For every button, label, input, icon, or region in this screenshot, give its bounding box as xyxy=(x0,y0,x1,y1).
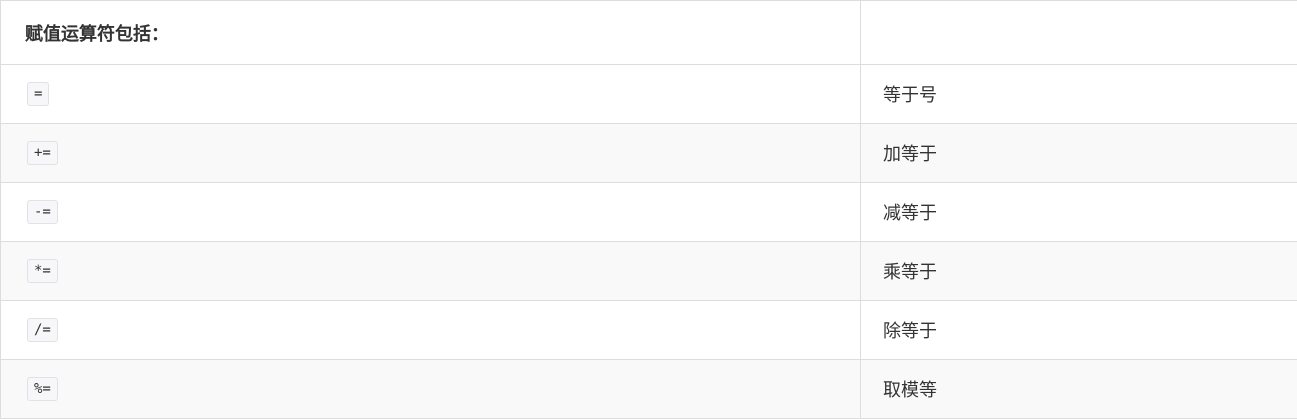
table-row: -= 减等于 xyxy=(1,183,1297,242)
description-cell: 乘等于 xyxy=(861,242,1297,301)
table-row: /= 除等于 xyxy=(1,301,1297,360)
table-header: 赋值运算符包括： xyxy=(1,1,1297,65)
table-row: = 等于号 xyxy=(1,65,1297,124)
operator-code: += xyxy=(27,141,58,165)
description-cell: 取模等 xyxy=(861,360,1297,419)
header-cell-empty xyxy=(861,1,1297,65)
operator-cell: -= xyxy=(1,183,861,242)
description-cell: 等于号 xyxy=(861,65,1297,124)
table-row: *= 乘等于 xyxy=(1,242,1297,301)
table-row: += 加等于 xyxy=(1,124,1297,183)
table-body: = 等于号 += 加等于 -= 减等于 *= 乘等于 /= 除等于 xyxy=(1,65,1297,419)
operator-code: = xyxy=(27,82,49,106)
operator-cell: *= xyxy=(1,242,861,301)
operator-code: /= xyxy=(27,318,58,342)
operator-cell: /= xyxy=(1,301,861,360)
description-cell: 加等于 xyxy=(861,124,1297,183)
operator-code: *= xyxy=(27,259,58,283)
operator-code: -= xyxy=(27,200,58,224)
operator-code: %= xyxy=(27,377,58,401)
header-row: 赋值运算符包括： xyxy=(1,1,1297,65)
description-cell: 除等于 xyxy=(861,301,1297,360)
header-cell-title: 赋值运算符包括： xyxy=(1,1,861,65)
description-cell: 减等于 xyxy=(861,183,1297,242)
assignment-operators-table: 赋值运算符包括： = 等于号 += 加等于 -= 减等于 *= 乘等于 xyxy=(0,0,1297,419)
operator-cell: = xyxy=(1,65,861,124)
operator-cell: %= xyxy=(1,360,861,419)
table-row: %= 取模等 xyxy=(1,360,1297,419)
operator-cell: += xyxy=(1,124,861,183)
